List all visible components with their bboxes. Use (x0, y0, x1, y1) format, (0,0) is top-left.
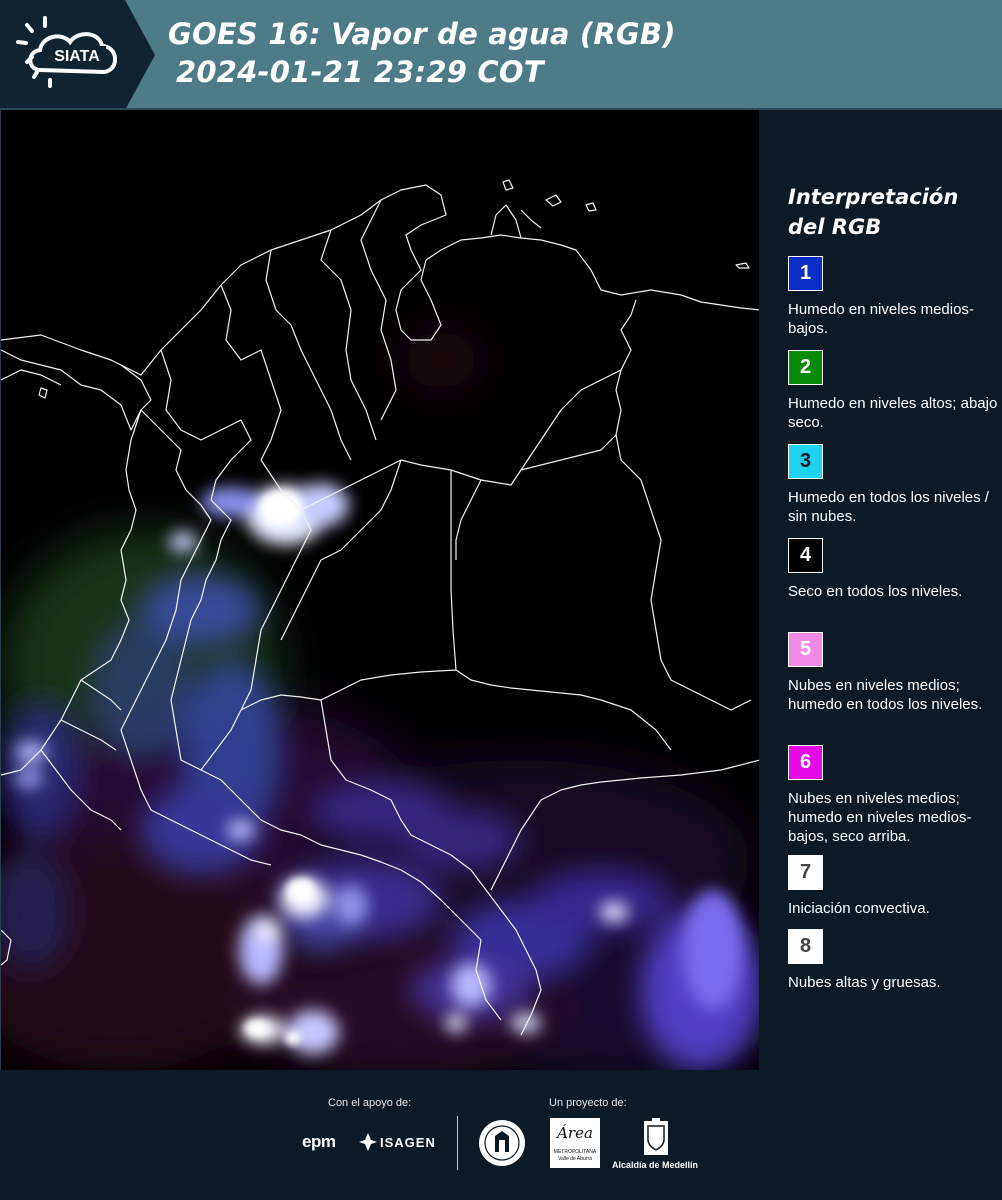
legend-text: Nubes en niveles medios; humedo en nivel… (788, 790, 972, 845)
area-metropolitana-logo: Área METROPOLITANA Valle de Aburrá (550, 1118, 600, 1168)
legend-item-6: 6 Nubes en niveles medios; humedo en niv… (788, 745, 998, 846)
siata-logo: SIATA (0, 0, 155, 110)
page-title: GOES 16: Vapor de agua (RGB) (168, 17, 676, 51)
legend-item-1: 1 Humedo en niveles medios-bajos. (788, 256, 998, 338)
footer-divider (457, 1116, 458, 1170)
area-logo-text: Área (557, 1124, 593, 1142)
legend-swatch: 3 (788, 444, 823, 479)
area-logo-subtext: METROPOLITANA (553, 1149, 597, 1155)
legend-text: Humedo en todos los niveles / sin nubes. (788, 489, 989, 525)
alcaldia-shield-icon (644, 1118, 668, 1155)
project-label: Un proyecto de: (549, 1097, 627, 1109)
alcaldia-logo: Alcaldía de Medellín (612, 1160, 699, 1170)
legend-swatch: 5 (788, 632, 823, 667)
legend-swatch: 8 (788, 929, 823, 964)
support-label: Con el apoyo de: (328, 1097, 412, 1109)
legend-text: Nubes altas y gruesas. (788, 974, 941, 991)
legend-text: Humedo en niveles altos; abajo seco. (788, 395, 998, 431)
water-vapor-image (1, 110, 759, 1070)
rgb-legend: Interpretación del RGB 1 Humedo en nivel… (760, 110, 1002, 1070)
legend-swatch: 4 (788, 538, 823, 573)
sponsors-footer: Con el apoyo de: Un proyecto de: epm ISA… (0, 1070, 1002, 1200)
legend-text: Seco en todos los niveles. (788, 583, 963, 600)
legend-text: Iniciación convectiva. (788, 900, 930, 917)
area-logo-subtext2: Valle de Aburrá (558, 1156, 592, 1162)
legend-title: Interpretación del RGB (788, 185, 959, 239)
legend-text: Nubes en niveles medios; humedo en todos… (788, 677, 983, 713)
legend-swatch: 2 (788, 350, 823, 385)
isagen-icon (359, 1133, 377, 1151)
epm-logo: epm (302, 1132, 336, 1151)
legend-item-5: 5 Nubes en niveles medios; humedo en tod… (788, 632, 998, 714)
satellite-map (0, 110, 759, 1070)
legend-item-3: 3 Humedo en todos los niveles / sin nube… (788, 444, 998, 526)
legend-item-7: 7 Iniciación convectiva. (788, 855, 998, 918)
legend-swatch: 7 (788, 855, 823, 890)
legend-swatch: 1 (788, 256, 823, 291)
isagen-logo: ISAGEN (380, 1135, 436, 1150)
legend-swatch: 6 (788, 745, 823, 780)
legend-item-8: 8 Nubes altas y gruesas. (788, 929, 998, 992)
legend-text: Humedo en niveles medios-bajos. (788, 301, 974, 337)
legend-item-2: 2 Humedo en niveles altos; abajo seco. (788, 350, 998, 432)
header-bar: SIATA GOES 16: Vapor de agua (RGB) 2024-… (0, 0, 1002, 110)
university-seal-icon (479, 1120, 525, 1166)
logo-text: SIATA (54, 48, 100, 65)
timestamp-title: 2024-01-21 23:29 COT (176, 55, 544, 89)
legend-item-4: 4 Seco en todos los niveles. (788, 538, 998, 601)
